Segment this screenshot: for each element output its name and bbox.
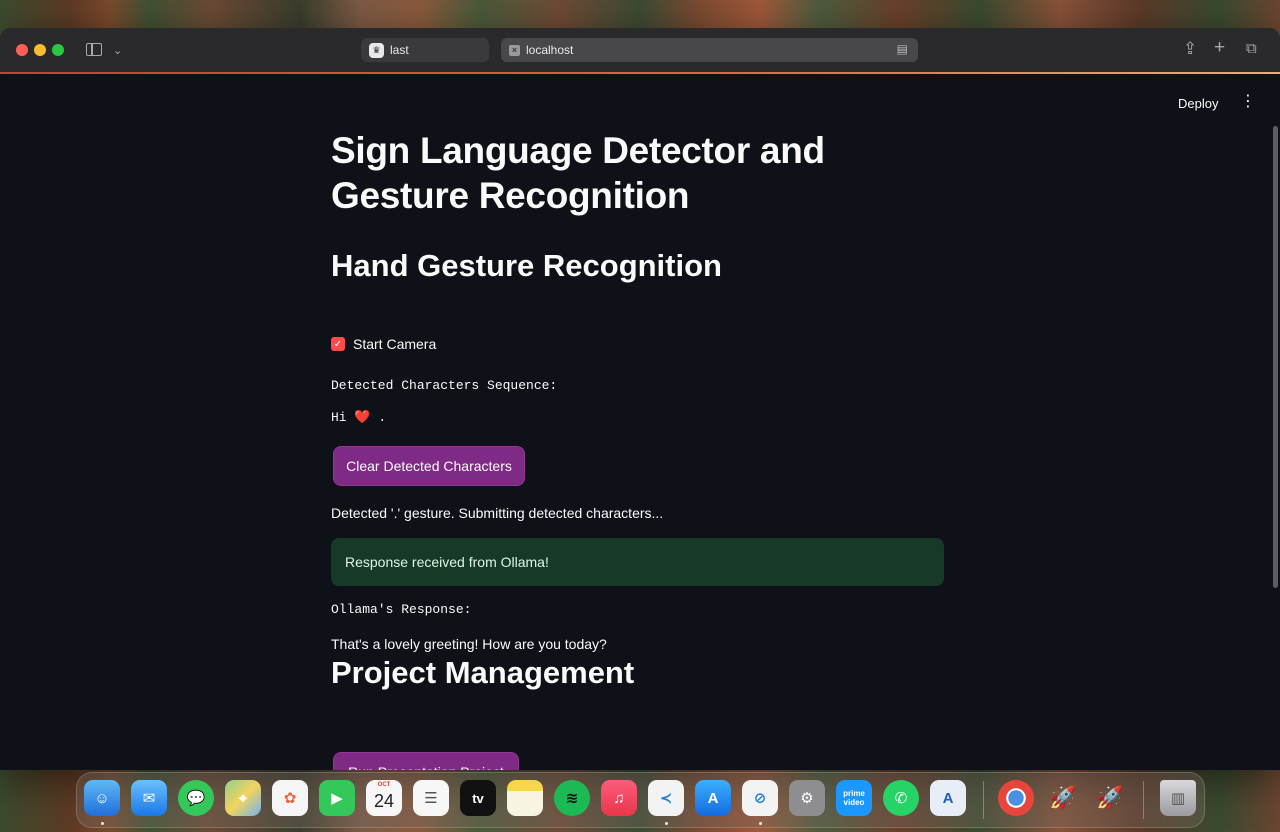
tab-overview-icon[interactable]: ⧉ — [1246, 40, 1257, 57]
reader-icon[interactable]: ▤ — [897, 42, 908, 56]
response-label: Ollama's Response: — [331, 602, 472, 617]
xcode-instruments-icon[interactable]: A — [930, 780, 966, 816]
streamlit-app: Deploy ⋮ Sign Language Detector and Gest… — [0, 74, 1280, 770]
dock-separator — [1143, 781, 1144, 819]
prime-video-label: prime video — [843, 789, 865, 807]
check-icon[interactable]: ✓ — [331, 337, 345, 351]
running-indicator — [101, 822, 104, 825]
run-presentation-button[interactable]: Run Presentation Project — [333, 752, 519, 770]
maps-icon[interactable]: ⌖ — [225, 780, 261, 816]
chevron-down-icon[interactable]: ⌄ — [113, 41, 122, 61]
heart-icon: ❤️ — [354, 410, 371, 425]
minimize-window-button[interactable] — [34, 44, 46, 56]
share-icon[interactable]: ⇪ — [1183, 39, 1197, 59]
reminders-icon[interactable]: ☰ — [413, 780, 449, 816]
messages-icon[interactable]: 💬 — [178, 780, 214, 816]
notes-icon[interactable] — [507, 780, 543, 816]
scrollbar[interactable] — [1273, 126, 1278, 588]
clear-detected-button[interactable]: Clear Detected Characters — [333, 446, 525, 486]
dock: ☺ ✉ 💬 ⌖ ✿ ▶ OCT 24 ☰ tv ≋ ♫ ≺ A ⊘ ⚙ prim… — [76, 772, 1205, 828]
apple-tv-icon[interactable]: tv — [460, 780, 496, 816]
rocket-icon[interactable]: 🚀 — [1092, 780, 1128, 816]
page-title: Sign Language Detector and Gesture Recog… — [331, 130, 825, 216]
checkbox-label: Start Camera — [353, 336, 437, 352]
tab-localhost[interactable]: × localhost ▤ — [501, 38, 918, 62]
section-heading-project: Project Management — [331, 655, 635, 690]
app-store-icon[interactable]: A — [695, 780, 731, 816]
calendar-day: 24 — [373, 791, 395, 811]
response-text: That's a lovely greeting! How are you to… — [331, 636, 607, 652]
new-tab-icon[interactable]: + — [1214, 37, 1225, 59]
browser-titlebar: ⌄ ♛ last × localhost ▤ ⇪ + ⧉ — [0, 28, 1280, 73]
mail-icon[interactable]: ✉ — [131, 780, 167, 816]
detected-label: Detected Characters Sequence: — [331, 378, 558, 393]
tab-label: localhost — [526, 43, 574, 57]
whatsapp-icon[interactable]: ✆ — [883, 780, 919, 816]
calendar-month: OCT — [377, 782, 391, 788]
apple-tv-label: tv — [472, 790, 484, 806]
dock-separator — [983, 781, 984, 819]
detected-sequence: Hi ❤️ . — [331, 410, 386, 425]
more-menu-icon[interactable]: ⋮ — [1240, 94, 1256, 110]
success-message: Response received from Ollama! — [345, 554, 549, 570]
running-indicator — [759, 822, 762, 825]
tab-last[interactable]: ♛ last — [361, 38, 489, 62]
finder-icon[interactable]: ☺ — [84, 780, 120, 816]
prime-video-icon[interactable]: prime video — [836, 780, 872, 816]
chrome-icon[interactable] — [998, 780, 1034, 816]
trash-icon[interactable]: ▥ — [1160, 780, 1196, 816]
calendar-icon[interactable]: OCT 24 — [366, 780, 402, 816]
success-alert: Response received from Ollama! — [331, 538, 944, 586]
close-window-button[interactable] — [16, 44, 28, 56]
music-icon[interactable]: ♫ — [601, 780, 637, 816]
spotify-icon[interactable]: ≋ — [554, 780, 590, 816]
close-square-icon[interactable]: × — [509, 44, 520, 56]
section-heading-gesture: Hand Gesture Recognition — [331, 248, 722, 283]
rocket-icon[interactable]: 🚀 — [1045, 780, 1081, 816]
sequence-text: Hi — [331, 410, 347, 425]
safari-icon[interactable]: ⊘ — [742, 780, 778, 816]
crown-icon: ♛ — [369, 42, 384, 58]
photos-icon[interactable]: ✿ — [272, 780, 308, 816]
system-settings-icon[interactable]: ⚙ — [789, 780, 825, 816]
vscode-icon[interactable]: ≺ — [648, 780, 684, 816]
start-camera-checkbox[interactable]: ✓ Start Camera — [331, 336, 436, 352]
running-indicator — [665, 822, 668, 825]
facetime-icon[interactable]: ▶ — [319, 780, 355, 816]
deploy-button[interactable]: Deploy — [1178, 96, 1218, 111]
gesture-status-text: Detected '.' gesture. Submitting detecte… — [331, 505, 664, 521]
sequence-suffix: . — [370, 410, 387, 425]
browser-window: ⌄ ♛ last × localhost ▤ ⇪ + ⧉ Deploy ⋮ Si… — [0, 28, 1280, 770]
tab-label: last — [390, 43, 409, 57]
sidebar-toggle-icon[interactable] — [86, 43, 102, 56]
maximize-window-button[interactable] — [52, 44, 64, 56]
